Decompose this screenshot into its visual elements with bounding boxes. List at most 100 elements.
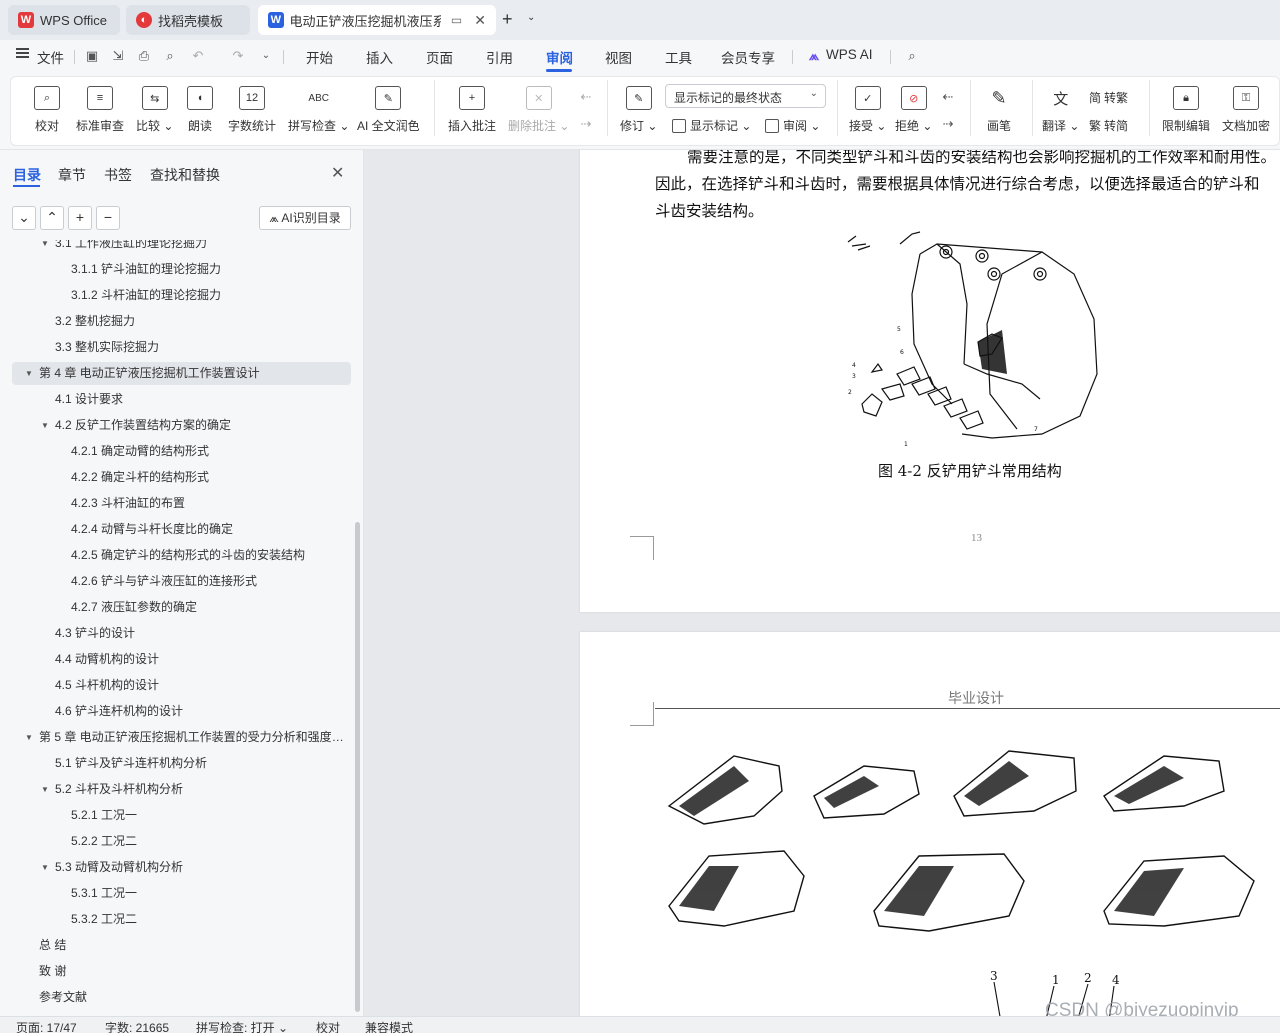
expand-arrow-icon[interactable]: ▼ xyxy=(25,726,33,749)
expand-up-button[interactable]: ⌃ xyxy=(40,206,64,230)
redo-icon[interactable]: ↷ xyxy=(230,49,246,63)
ai-polish-button[interactable]: ✎ AI 全文润色 xyxy=(357,86,420,134)
toc-item[interactable]: ▼ 5.3 动臂及动臂机构分析 xyxy=(12,856,351,879)
word-count-indicator[interactable]: 字数: 21665 xyxy=(105,1019,169,1033)
show-markup-button[interactable]: 显示标记 ⌄ xyxy=(672,117,751,134)
toc-item[interactable]: ▼ 3.1 工作液压缸的理论挖掘力 xyxy=(12,240,351,255)
tab-template[interactable]: ◐ 找稻壳模板 xyxy=(126,5,250,35)
paragraph-line[interactable]: 斗齿安装结构。 xyxy=(655,199,764,221)
figure-caption[interactable]: 图 4-2 反铲用铲斗常用结构 xyxy=(878,460,1062,481)
expand-arrow-icon[interactable]: ▼ xyxy=(41,778,49,801)
toc-item[interactable]: 5.1 铲斗及铲斗连杆机构分析 xyxy=(12,752,351,775)
toc-item[interactable]: ▼ 4.2 反铲工作装置结构方案的确定 xyxy=(12,414,351,437)
menu-wps-ai[interactable]: WPS AI xyxy=(826,47,873,62)
spell-check-status[interactable]: 拼写检查: 打开 ⌄ xyxy=(196,1019,288,1033)
toc-item[interactable]: 3.1.2 斗杆油缸的理论挖掘力 xyxy=(12,284,351,307)
monitor-icon[interactable]: ▭ xyxy=(451,13,462,27)
print-icon[interactable]: ⎙ xyxy=(136,49,152,63)
scrollbar[interactable] xyxy=(355,522,360,1012)
read-aloud-button[interactable]: ◖ 朗读 xyxy=(187,86,213,134)
encrypt-document-button[interactable]: ⚿ 文档加密 xyxy=(1222,86,1270,134)
toc-item[interactable]: 4.1 设计要求 xyxy=(12,388,351,411)
chevron-down-icon[interactable]: ⌄ xyxy=(527,12,535,23)
tab-toc[interactable]: 目录 xyxy=(13,165,41,185)
page-header[interactable]: 毕业设计 xyxy=(948,688,1004,708)
toc-item[interactable]: 3.2 整机挖掘力 xyxy=(12,310,351,333)
search-icon[interactable]: ⌕ xyxy=(904,49,920,63)
tab-bookmarks[interactable]: 书签 xyxy=(104,165,132,185)
paragraph-line[interactable]: 需要注意的是，不同类型铲斗和斗齿的安装结构也会影响挖掘机的工作效率和耐用性。 xyxy=(687,150,1276,167)
toc-item[interactable]: 5.3.2 工况二 xyxy=(12,908,351,931)
toc-item[interactable]: 3.3 整机实际挖掘力 xyxy=(12,336,351,359)
menu-home[interactable]: 开始 xyxy=(306,47,333,67)
standard-review-button[interactable]: ≡ 标准审查 xyxy=(76,86,124,134)
to-simplified-button[interactable]: 繁 转简 xyxy=(1089,117,1128,134)
save-icon[interactable]: ▣ xyxy=(84,49,100,63)
next-change-icon[interactable]: ⇢ xyxy=(940,117,956,131)
menu-file[interactable]: 文件 xyxy=(37,47,64,67)
toc-item[interactable]: 参考文献 xyxy=(12,986,351,1009)
ai-toc-button[interactable]: ⩕ AI识别目录 xyxy=(259,206,351,230)
pen-button[interactable]: ✎ 画笔 xyxy=(986,86,1012,134)
review-pane-button[interactable]: 审阅 ⌄ xyxy=(765,117,820,134)
toc-item[interactable]: ▼ 第 5 章 电动正铲液压挖掘机工作装置的受力分析和强度校核 xyxy=(12,726,351,749)
toc-item[interactable]: 4.5 斗杆机构的设计 xyxy=(12,674,351,697)
proof-status[interactable]: 校对 xyxy=(316,1019,340,1033)
tab-sections[interactable]: 章节 xyxy=(58,165,86,185)
toc-item[interactable]: 4.2.3 斗杆油缸的布置 xyxy=(12,492,351,515)
toc-item[interactable]: 5.2.2 工况二 xyxy=(12,830,351,853)
accept-button[interactable]: ✓ 接受 ⌄ xyxy=(849,86,886,134)
expand-arrow-icon[interactable]: ▼ xyxy=(41,414,49,437)
toc-item[interactable]: ▼ 第 4 章 电动正铲液压挖掘机工作装置设计 xyxy=(12,362,351,385)
to-traditional-button[interactable]: 简 转繁 xyxy=(1089,89,1128,106)
prev-change-icon[interactable]: ⇠ xyxy=(940,90,956,104)
insert-comment-button[interactable]: + 插入批注 xyxy=(448,86,496,134)
output-icon[interactable]: ⇲ xyxy=(110,49,126,63)
toc-item[interactable]: 5.2.1 工况一 xyxy=(12,804,351,827)
translate-button[interactable]: 文 翻译 ⌄ xyxy=(1042,86,1079,134)
track-changes-button[interactable]: ✎ 修订 ⌄ xyxy=(620,86,657,134)
expand-arrow-icon[interactable]: ▼ xyxy=(41,856,49,879)
toc-item[interactable]: 4.3 铲斗的设计 xyxy=(12,622,351,645)
tab-find-replace[interactable]: 查找和替换 xyxy=(150,165,220,185)
chevron-down-icon[interactable]: ⌄ xyxy=(258,49,274,63)
menu-tools[interactable]: 工具 xyxy=(665,47,692,67)
menu-view[interactable]: 视图 xyxy=(605,47,632,67)
toc-item[interactable]: ▼ 5.2 斗杆及斗杆机构分析 xyxy=(12,778,351,801)
page-indicator[interactable]: 页面: 17/47 xyxy=(16,1019,77,1033)
reject-button[interactable]: ⊘ 拒绝 ⌄ xyxy=(895,86,932,134)
next-comment-icon[interactable]: ⇢ xyxy=(578,117,594,131)
new-tab-icon[interactable]: + xyxy=(502,9,513,30)
remove-heading-button[interactable]: − xyxy=(96,206,120,230)
expand-arrow-icon[interactable]: ▼ xyxy=(41,240,49,255)
prev-comment-icon[interactable]: ⇠ xyxy=(578,90,594,104)
spell-check-button[interactable]: ABC 拼写检查 ⌄ xyxy=(288,86,349,134)
toc-item[interactable]: 4.2.4 动臂与斗杆长度比的确定 xyxy=(12,518,351,541)
add-heading-button[interactable]: + xyxy=(68,206,92,230)
toc-item[interactable]: 4.2.2 确定斗杆的结构形式 xyxy=(12,466,351,489)
menu-reference[interactable]: 引用 xyxy=(486,47,513,67)
delete-comment-button[interactable]: ✕ 删除批注 ⌄ xyxy=(508,86,569,134)
proofread-button[interactable]: ⌕ 校对 xyxy=(34,86,60,134)
markup-mode-select[interactable]: 显示标记的最终状态 ⌄ xyxy=(665,84,826,108)
toc-item[interactable]: 3.1.1 铲斗油缸的理论挖掘力 xyxy=(12,258,351,281)
print-preview-icon[interactable]: ⌕ xyxy=(162,49,178,63)
menu-page[interactable]: 页面 xyxy=(426,47,453,67)
tab-document[interactable]: W 电动正铲液压挖掘机液压系统 ▭ ✕ xyxy=(258,5,496,35)
menu-insert[interactable]: 插入 xyxy=(366,47,393,67)
paragraph-line[interactable]: 因此，在选择铲斗和斗齿时，需要根据具体情况进行综合考虑，以便选择最适合的铲斗和 xyxy=(655,172,1260,194)
close-icon[interactable]: ✕ xyxy=(331,163,344,183)
restrict-editing-button[interactable]: 🔒︎ 限制编辑 xyxy=(1162,86,1210,134)
expand-arrow-icon[interactable]: ▼ xyxy=(25,362,33,385)
toc-item[interactable]: 致 谢 xyxy=(12,960,351,983)
menu-review[interactable]: 审阅 xyxy=(546,47,573,67)
word-count-button[interactable]: 12 字数统计 xyxy=(228,86,276,134)
toc-item[interactable]: 4.2.1 确定动臂的结构形式 xyxy=(12,440,351,463)
undo-icon[interactable]: ↶ xyxy=(190,49,206,63)
toc-item[interactable]: 4.4 动臂机构的设计 xyxy=(12,648,351,671)
toc-item[interactable]: 总 结 xyxy=(12,934,351,957)
toc-item[interactable]: 5.3.1 工况一 xyxy=(12,882,351,905)
menu-member[interactable]: 会员专享 xyxy=(721,47,775,67)
toc-item[interactable]: 4.2.5 确定铲斗的结构形式的斗齿的安装结构 xyxy=(12,544,351,567)
toc-item[interactable]: 4.6 铲斗连杆机构的设计 xyxy=(12,700,351,723)
